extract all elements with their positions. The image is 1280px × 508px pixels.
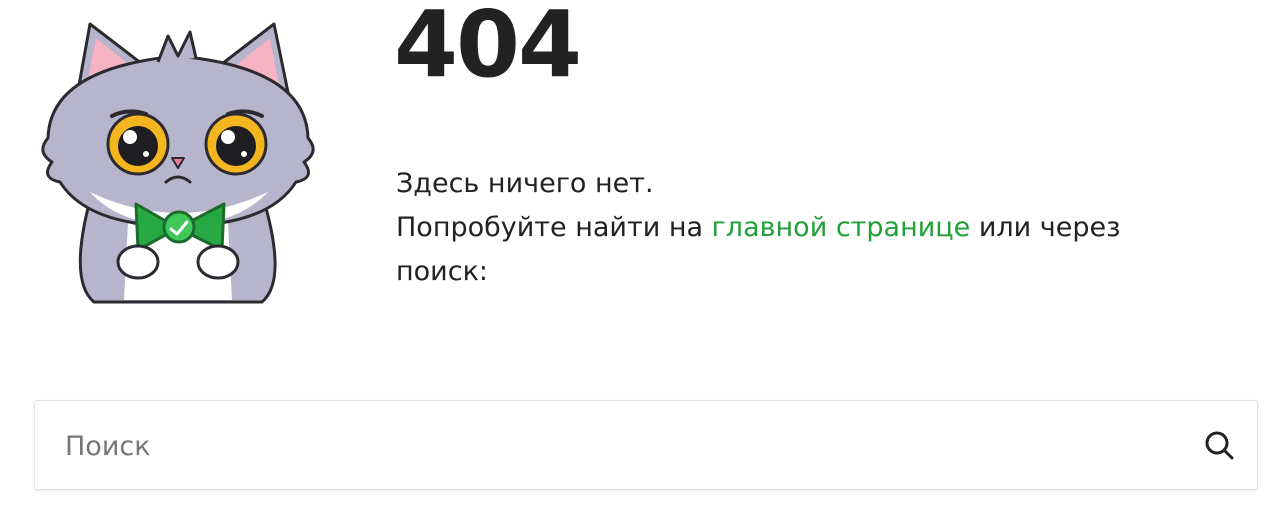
- sad-cat-mascot: [41, 22, 315, 304]
- search-input[interactable]: [65, 423, 1185, 469]
- message-line-suggestion: Попробуйте найти на главной странице или…: [396, 206, 1216, 294]
- cat-eye-right: [204, 109, 268, 176]
- suggestion-text-before: Попробуйте найти на: [396, 212, 712, 243]
- bow-tie-icon: [134, 202, 226, 252]
- cat-hair-tuft: [156, 30, 198, 63]
- error-message: Здесь ничего нет. Попробуйте найти на гл…: [396, 162, 1216, 294]
- message-line-nothing-here: Здесь ничего нет.: [396, 168, 654, 199]
- error-code: 404: [394, 0, 582, 98]
- search-button[interactable]: [1201, 427, 1239, 465]
- search-box: [34, 400, 1258, 490]
- cat-head: [41, 54, 315, 228]
- cat-eye-left: [106, 109, 170, 176]
- home-page-link[interactable]: главной странице: [712, 212, 971, 243]
- search-icon: [1205, 431, 1234, 460]
